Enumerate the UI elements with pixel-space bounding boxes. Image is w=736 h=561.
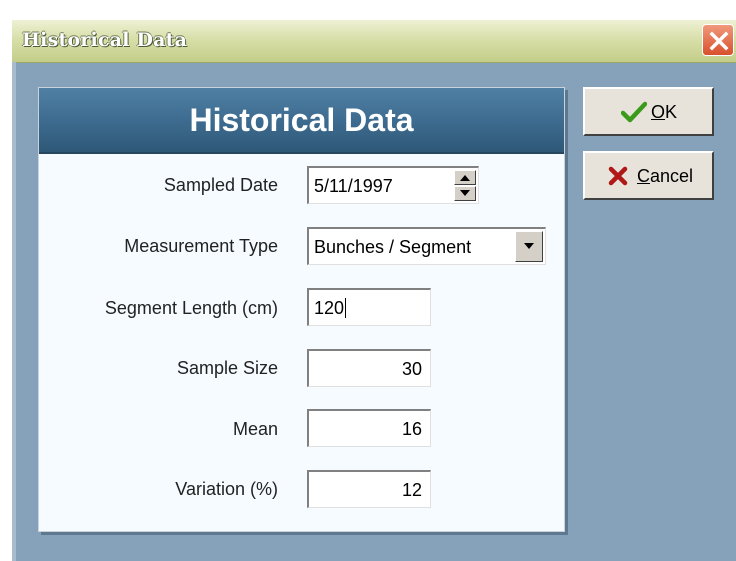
panel-header: Historical Data bbox=[39, 88, 564, 154]
measurement-type-select[interactable]: Bunches / Segment bbox=[307, 227, 546, 265]
spin-up-button[interactable] bbox=[454, 170, 476, 185]
sample-size-value: 30 bbox=[401, 359, 422, 379]
spin-down-button[interactable] bbox=[454, 186, 476, 201]
triangle-down-icon bbox=[460, 190, 470, 196]
segment-length-input[interactable]: 120 bbox=[307, 288, 431, 326]
variation-label: Variation (%) bbox=[175, 479, 278, 499]
dialog-window: Historical Data Historical Data Sampled … bbox=[12, 20, 736, 561]
window-frame bbox=[12, 62, 16, 561]
mean-label: Mean bbox=[232, 419, 278, 439]
sampled-date-field[interactable]: 5/11/1997 bbox=[307, 166, 479, 204]
date-spinner[interactable] bbox=[454, 170, 476, 201]
close-icon bbox=[709, 31, 729, 51]
sampled-date-value: 5/11/1997 bbox=[314, 176, 393, 196]
cancel-button[interactable]: Cancel bbox=[583, 151, 714, 200]
sampled-date-label: Sampled Date bbox=[163, 175, 278, 195]
title-bar[interactable]: Historical Data bbox=[12, 20, 736, 63]
segment-length-label: Segment Length (cm) bbox=[104, 298, 278, 318]
segment-length-value: 120 bbox=[314, 298, 347, 318]
form-panel: Historical Data Sampled Date 5/11/1997 M… bbox=[38, 87, 565, 532]
panel-heading: Historical Data bbox=[189, 102, 414, 138]
sample-size-input[interactable]: 30 bbox=[307, 349, 431, 387]
chevron-down-icon bbox=[524, 243, 534, 249]
checkmark-icon bbox=[621, 101, 647, 123]
ok-button-label: OK bbox=[651, 102, 678, 122]
variation-value: 12 bbox=[401, 480, 422, 500]
sample-size-label: Sample Size bbox=[176, 358, 278, 378]
close-button[interactable] bbox=[702, 24, 734, 56]
window-title: Historical Data bbox=[22, 29, 188, 51]
mean-input[interactable]: 16 bbox=[307, 409, 431, 447]
variation-input[interactable]: 12 bbox=[307, 470, 431, 508]
ok-button[interactable]: OK bbox=[583, 87, 714, 136]
x-icon bbox=[608, 166, 628, 186]
mean-value: 16 bbox=[401, 419, 422, 439]
measurement-type-label: Measurement Type bbox=[124, 236, 278, 256]
text-caret bbox=[345, 298, 347, 318]
dropdown-button[interactable] bbox=[515, 231, 543, 262]
measurement-type-value: Bunches / Segment bbox=[314, 237, 472, 257]
triangle-up-icon bbox=[460, 175, 470, 181]
cancel-button-label: Cancel bbox=[637, 166, 694, 186]
